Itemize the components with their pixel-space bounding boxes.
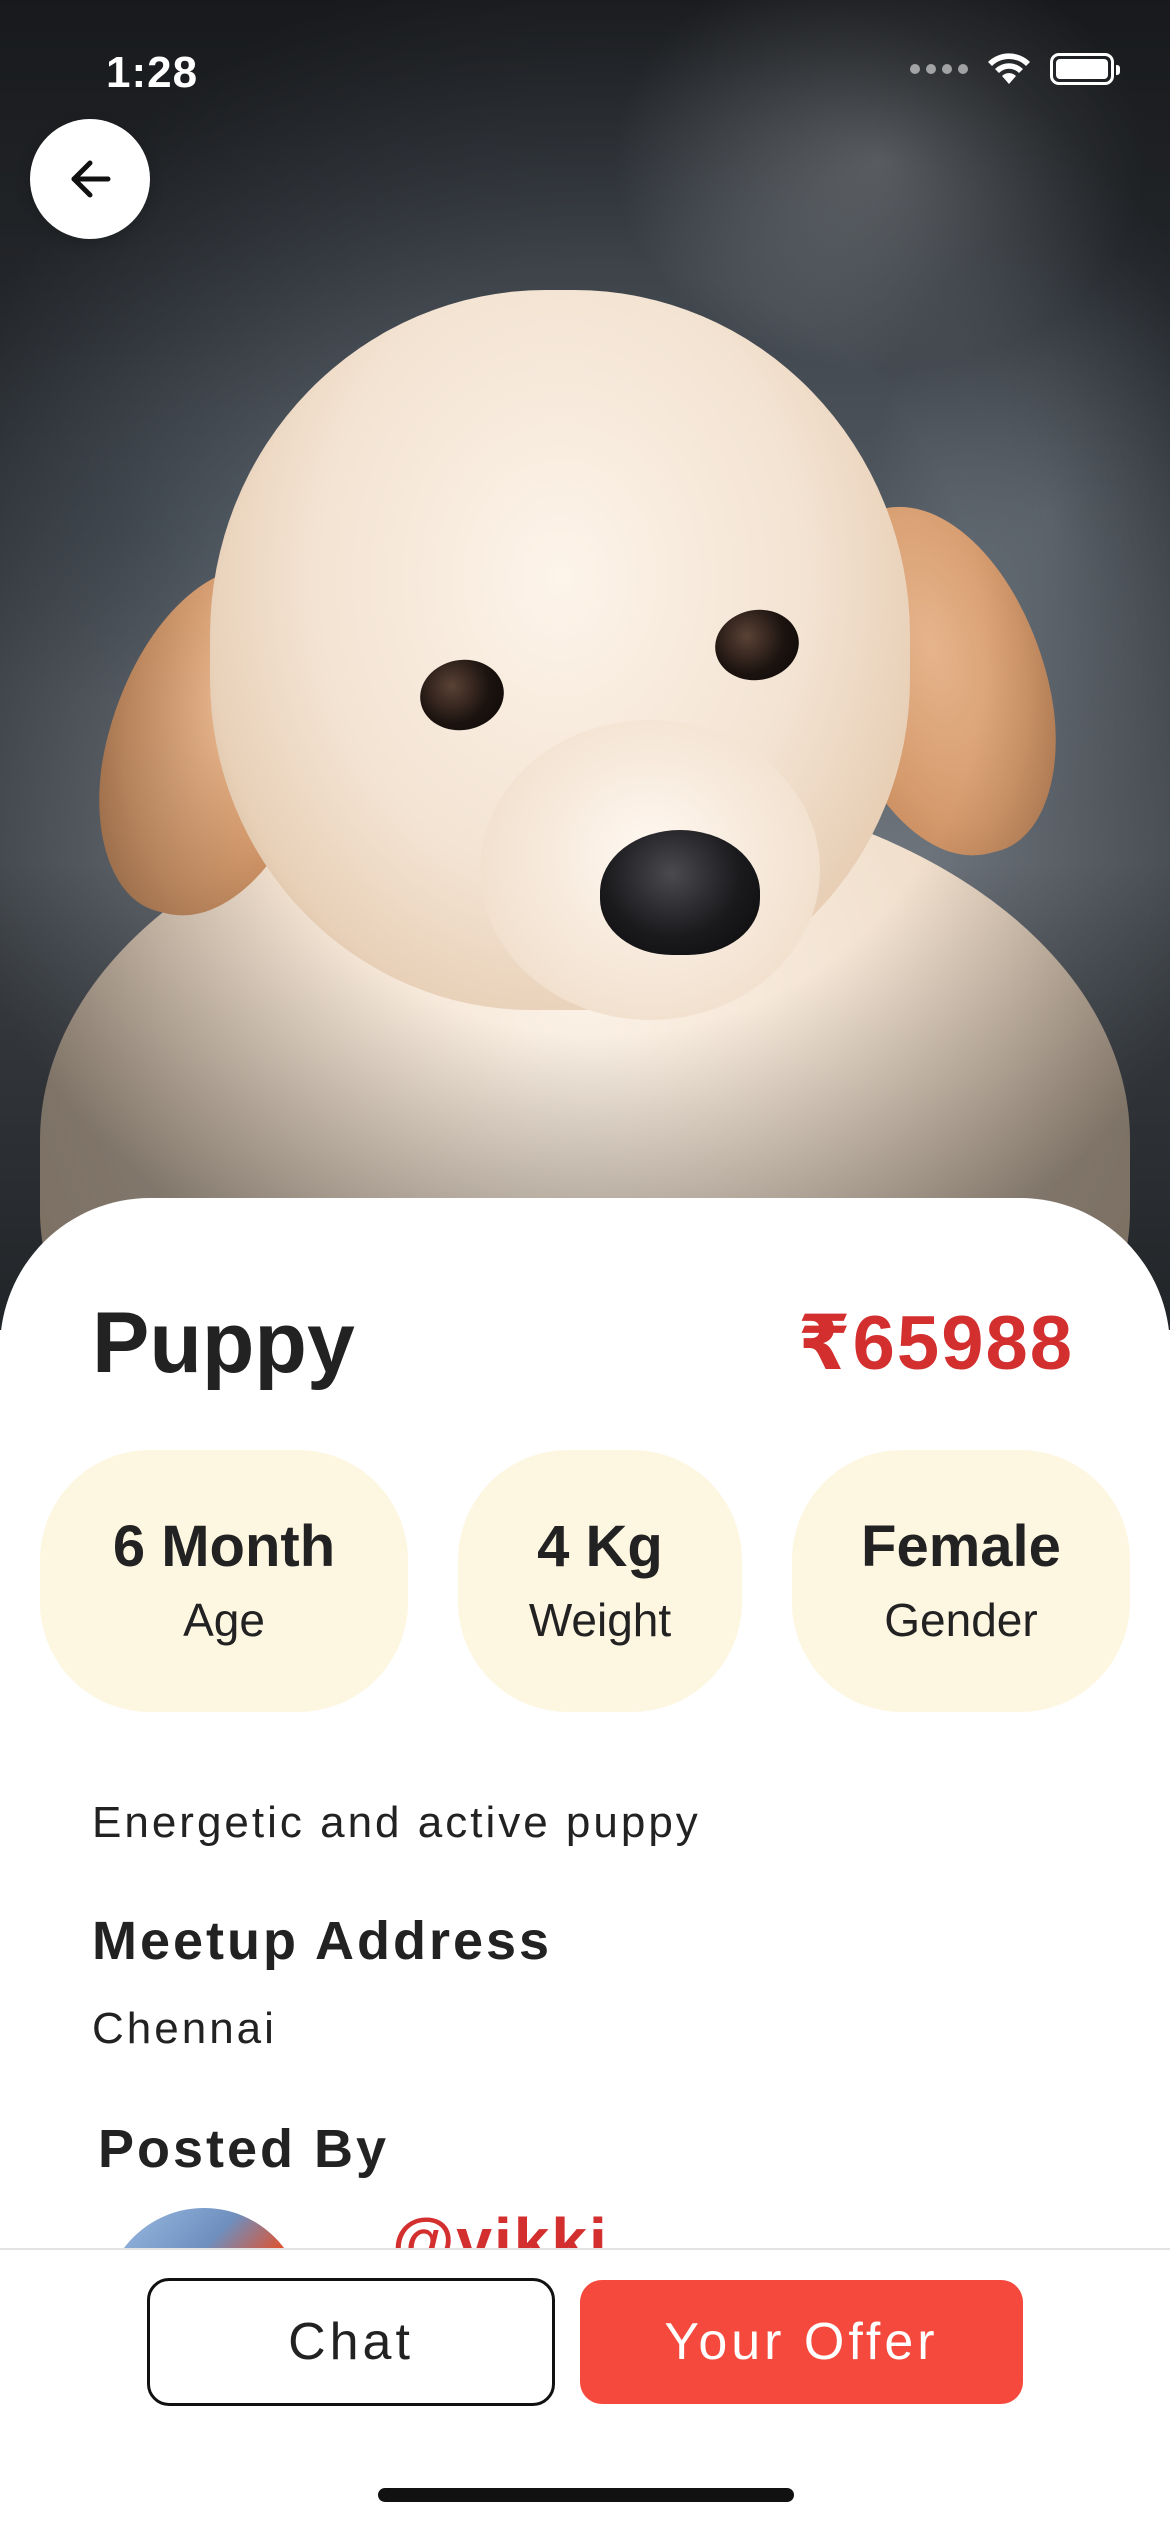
- back-button[interactable]: [30, 119, 150, 239]
- stat-label: Gender: [884, 1593, 1038, 1646]
- meetup-address-heading: Meetup Address: [92, 1911, 553, 1971]
- battery-icon: [1050, 53, 1120, 85]
- pet-photo: [0, 0, 1170, 1330]
- your-offer-button[interactable]: Your Offer: [580, 2280, 1023, 2404]
- photo-vignette: [0, 0, 1170, 1330]
- status-icons: [910, 52, 1120, 86]
- signal-icon: [910, 64, 968, 74]
- posted-by-heading: Posted By: [98, 2119, 390, 2179]
- pet-price: ₹65988: [797, 1301, 1074, 1386]
- meetup-address-value: Chennai: [92, 2004, 277, 2053]
- pet-detail-screen: 1:28 Puppy ₹65988 6 Month Age 4 Kg Weigh…: [0, 0, 1170, 2532]
- stat-chip-gender: Female Gender: [792, 1450, 1130, 1712]
- stat-value: Female: [861, 1514, 1061, 1580]
- pet-description: Energetic and active puppy: [92, 1798, 701, 1847]
- stat-label: Age: [183, 1593, 265, 1646]
- chat-button[interactable]: Chat: [147, 2278, 555, 2406]
- pet-stats: 6 Month Age 4 Kg Weight Female Gender: [40, 1450, 1130, 1712]
- arrow-left-icon: [71, 160, 111, 198]
- stat-chip-weight: 4 Kg Weight: [458, 1450, 742, 1712]
- stat-chip-age: 6 Month Age: [40, 1450, 408, 1712]
- home-indicator[interactable]: [378, 2488, 794, 2502]
- stat-label: Weight: [528, 1593, 672, 1646]
- stat-value: 6 Month: [112, 1514, 336, 1580]
- status-time: 1:28: [106, 48, 199, 97]
- status-bar: 1:28: [0, 0, 1170, 140]
- wifi-icon: [988, 53, 1030, 84]
- stat-value: 4 Kg: [537, 1514, 663, 1580]
- pet-name: Puppy: [92, 1295, 355, 1391]
